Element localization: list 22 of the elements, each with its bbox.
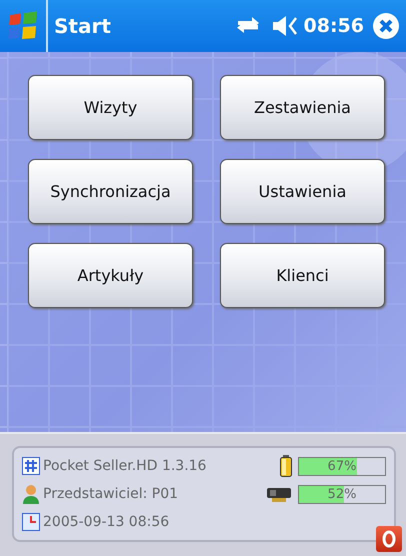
- windows-flag-icon[interactable]: [7, 11, 39, 41]
- app-version-text: Pocket Seller.HD 1.3.16: [43, 458, 206, 474]
- datetime-text: 2005-09-13 08:56: [43, 514, 170, 530]
- menu-button[interactable]: Zestawienia: [220, 75, 385, 140]
- power-button[interactable]: [376, 526, 402, 552]
- menu-button[interactable]: Klienci: [220, 243, 385, 308]
- menu-button[interactable]: Synchronizacja: [28, 159, 193, 224]
- power-icon: [381, 530, 397, 548]
- window-title: Start: [54, 14, 112, 38]
- battery-icon: [280, 455, 292, 477]
- close-icon[interactable]: [372, 12, 400, 40]
- speaker-muted-icon[interactable]: [272, 15, 300, 37]
- connectivity-arrows-icon[interactable]: [236, 16, 260, 36]
- menu-button[interactable]: Ustawienia: [220, 159, 385, 224]
- clock-text[interactable]: 08:56: [304, 15, 364, 37]
- menu-button[interactable]: Wizyty: [28, 75, 193, 140]
- meter-reading: 67%: [326, 458, 358, 474]
- memory-chip-icon: [266, 485, 292, 503]
- grid-app-icon: [22, 457, 40, 475]
- menu-button[interactable]: Artykuły: [28, 243, 193, 308]
- person-icon: [22, 484, 40, 504]
- user-text: Przedstawiciel: P01: [43, 486, 178, 502]
